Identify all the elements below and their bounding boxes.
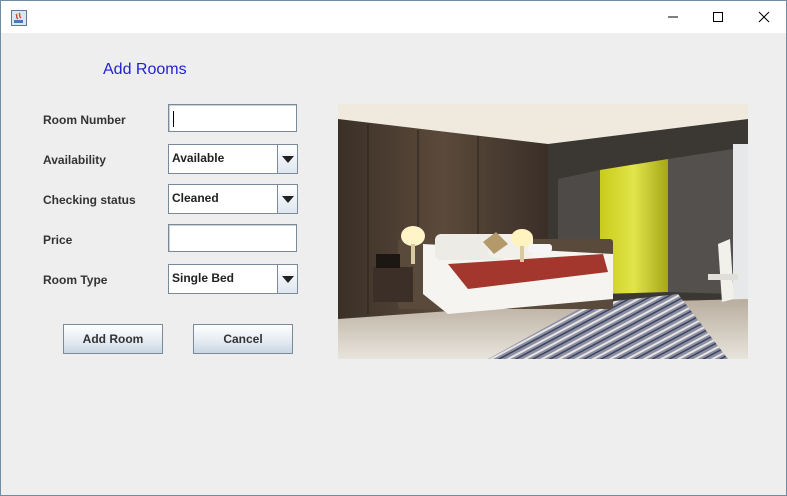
room-number-label: Room Number	[43, 113, 126, 127]
availability-label: Availability	[43, 153, 106, 167]
title-bar[interactable]	[1, 1, 786, 33]
availability-value: Available	[172, 151, 225, 165]
checking-status-label: Checking status	[43, 193, 136, 207]
add-room-button[interactable]: Add Room	[63, 324, 163, 354]
java-app-icon	[11, 10, 27, 26]
close-icon	[758, 11, 770, 23]
maximize-icon	[713, 12, 723, 22]
room-type-value: Single Bed	[172, 271, 235, 285]
price-label: Price	[43, 233, 73, 247]
room-type-select[interactable]: Single Bed	[168, 264, 298, 294]
chevron-down-icon[interactable]	[277, 185, 297, 213]
availability-select[interactable]: Available	[168, 144, 298, 174]
minimize-icon	[668, 16, 678, 18]
minimize-button[interactable]	[650, 1, 696, 33]
room-type-label: Room Type	[43, 273, 108, 287]
app-window: Add Rooms Room Number Availability Avail…	[0, 0, 787, 496]
room-number-input[interactable]	[168, 104, 297, 132]
checking-status-value: Cleaned	[172, 191, 219, 205]
maximize-button[interactable]	[695, 1, 741, 33]
checking-status-select[interactable]: Cleaned	[168, 184, 298, 214]
hotel-room-photo	[338, 104, 748, 359]
text-caret	[173, 111, 174, 127]
cancel-button[interactable]: Cancel	[193, 324, 293, 354]
close-button[interactable]	[741, 1, 786, 33]
form-heading: Add Rooms	[103, 61, 187, 78]
chevron-down-icon[interactable]	[277, 265, 297, 293]
chevron-down-icon[interactable]	[277, 145, 297, 173]
price-input[interactable]	[168, 224, 297, 252]
